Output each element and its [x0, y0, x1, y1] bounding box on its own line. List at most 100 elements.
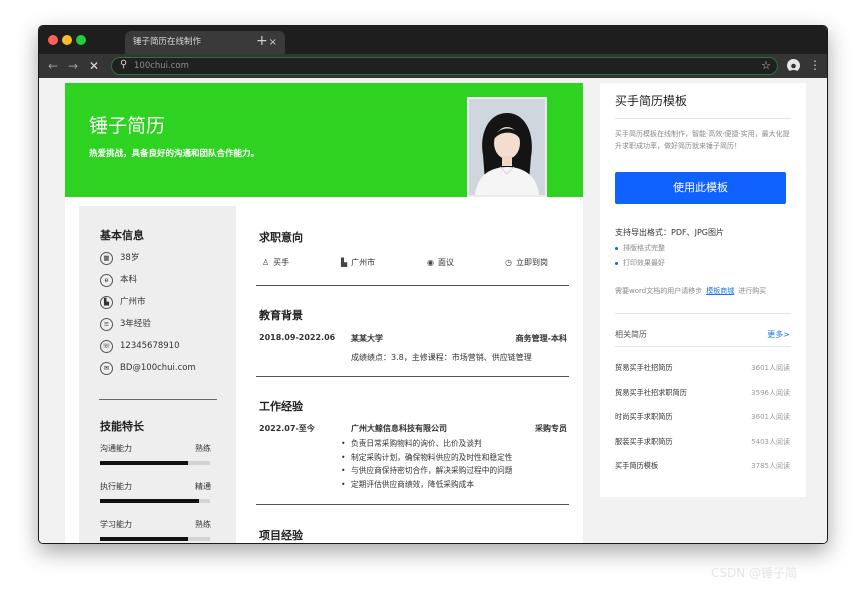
- related-resume-link[interactable]: 买手简历模板: [615, 461, 658, 471]
- panel-divider: [615, 346, 791, 347]
- basic-info-title: 基本信息: [100, 229, 144, 242]
- new-tab-button[interactable]: +: [256, 31, 268, 51]
- intent-city-text: 广州市: [351, 258, 376, 267]
- related-resume-link[interactable]: 贸易买手社招求职简历: [615, 388, 687, 398]
- education-major: 商务管理-本科: [515, 334, 567, 343]
- skill-name: 执行能力: [100, 482, 132, 491]
- person-icon: ♙: [262, 258, 270, 267]
- resume-name: 锤子简历: [89, 115, 166, 137]
- section-divider: [256, 504, 569, 505]
- address-url[interactable]: 100chui.com: [134, 58, 189, 75]
- intent-city: ▙ 广州市: [341, 257, 375, 268]
- stop-loading-icon[interactable]: ✕: [89, 57, 99, 75]
- read-count: 3601人阅读: [751, 364, 790, 372]
- browser-titlebar: 锤子简历在线制作 × +: [39, 26, 827, 54]
- info-text: 38岁: [120, 253, 140, 263]
- skill-bar: [100, 461, 210, 465]
- tab-close-icon[interactable]: ×: [269, 31, 277, 54]
- forward-arrow-icon[interactable]: →: [68, 57, 78, 75]
- section-divider: [256, 285, 569, 286]
- intent-availability-text: 立即到岗: [515, 258, 548, 267]
- resume-preview: 锤子简历 热爱挑战，具备良好的沟通和团队合作能力。 基本信息 ▦ 38岁 e 本…: [65, 83, 583, 543]
- word-note-suffix: 进行购买: [738, 287, 767, 295]
- export-formats: 支持导出格式：PDF、JPG图片: [615, 228, 724, 237]
- template-mall-link[interactable]: 模板商城: [706, 287, 734, 295]
- panel-divider: [615, 313, 791, 314]
- read-count: 3601人阅读: [751, 413, 790, 421]
- related-resume-link[interactable]: 贸易买手社招简历: [615, 363, 673, 373]
- skill-name: 沟通能力: [100, 444, 132, 453]
- bullet-dot-icon: [615, 261, 618, 265]
- calendar-icon: ▦: [100, 252, 113, 265]
- search-icon: ⚲: [120, 59, 128, 70]
- back-arrow-icon[interactable]: ←: [48, 57, 58, 75]
- use-template-button[interactable]: 使用此模板: [615, 172, 786, 204]
- work-experience-title: 工作经验: [259, 400, 303, 413]
- browser-window: 锤子简历在线制作 × + ← → ✕ ⚲ 100chui.com ☆ ⋮ 锤子简…: [38, 25, 828, 544]
- education-school: 某某大学: [351, 334, 383, 343]
- browser-menu-icon[interactable]: ⋮: [809, 57, 821, 73]
- close-window-button[interactable]: [48, 35, 58, 45]
- skill-name: 学习能力: [100, 520, 132, 529]
- more-link[interactable]: 更多>: [767, 329, 790, 340]
- related-resume-link[interactable]: 服装买手求职简历: [615, 437, 673, 447]
- list-item: 负责日常采购物料的询价、比价及谈判: [339, 437, 579, 451]
- template-panel: 买手简历模板 买手简历模板在线制作，智能·高效·便捷·实用，最大化提升求职成功率…: [600, 83, 806, 497]
- job-intent-title: 求职意向: [259, 231, 303, 244]
- sidebar-divider: [99, 399, 217, 400]
- feature-text: 打印效果最好: [623, 259, 665, 267]
- skill-level: 熟练: [195, 520, 211, 529]
- resume-header: 锤子简历 热爱挑战，具备良好的沟通和团队合作能力。: [65, 83, 583, 197]
- skill-bar: [100, 499, 210, 503]
- feature-item: 打印效果最好: [615, 258, 665, 268]
- tab-title: 锤子简历在线制作: [133, 37, 202, 47]
- experience-icon: ≡: [100, 318, 113, 331]
- read-count: 3596人阅读: [751, 389, 790, 397]
- building-icon: ▙: [100, 296, 113, 309]
- info-text: BD@100chui.com: [120, 363, 196, 373]
- word-note-prefix: 需要word文档的用户请移步: [615, 287, 703, 295]
- read-count: 3785人阅读: [751, 462, 790, 470]
- building-icon: ▙: [341, 258, 348, 267]
- template-description: 买手简历模板在线制作，智能·高效·便捷·实用，最大化提升求职成功率，做好简历就来…: [615, 130, 790, 150]
- page-content: 锤子简历 热爱挑战，具备良好的沟通和团队合作能力。 基本信息 ▦ 38岁 e 本…: [39, 78, 827, 543]
- project-experience-title: 项目经验: [259, 529, 303, 542]
- info-text: 本科: [120, 275, 138, 285]
- read-count: 5403人阅读: [751, 438, 790, 446]
- phone-icon: ☏: [100, 340, 113, 353]
- resume-sidebar: 基本信息 ▦ 38岁 e 本科 ▙ 广州市 ≡ 3年经验 ☏ 123456789…: [79, 206, 236, 543]
- email-icon: ✉: [100, 362, 113, 375]
- skills-title: 技能特长: [100, 420, 144, 433]
- intent-job-text: 买手: [273, 258, 290, 267]
- resume-motto: 热爱挑战，具备良好的沟通和团队合作能力。: [89, 149, 260, 159]
- intent-salary-text: 面议: [437, 258, 454, 267]
- minimize-window-button[interactable]: [62, 35, 72, 45]
- education-details: 成绩绩点：3.8，主修课程：市场营销、供应链管理: [351, 353, 532, 362]
- work-position: 采购专员: [535, 424, 567, 433]
- work-period: 2022.07-至今: [259, 424, 315, 433]
- list-item: 定期评估供应商绩效，降低采购成本: [339, 478, 579, 492]
- work-company: 广州大鲸信息科技有限公司: [351, 424, 447, 433]
- intent-salary: ◉ 面议: [427, 257, 454, 268]
- profile-avatar-icon[interactable]: [787, 59, 800, 72]
- profile-photo: [467, 97, 547, 197]
- panel-divider: [615, 118, 791, 119]
- maximize-window-button[interactable]: [76, 35, 86, 45]
- info-text: 12345678910: [120, 341, 180, 351]
- skill-bar: [100, 537, 210, 541]
- clock-icon: ◷: [505, 258, 512, 267]
- feature-text: 排版格式完整: [623, 244, 665, 252]
- skill-bar-fill: [100, 537, 188, 541]
- related-resume-link[interactable]: 时尚买手求职简历: [615, 412, 673, 422]
- address-bar[interactable]: ⚲ 100chui.com ☆: [111, 57, 778, 75]
- education-period: 2018.09-2022.06: [259, 333, 336, 342]
- list-item: 与供应商保持密切合作，解决采购过程中的问题: [339, 464, 579, 478]
- skill-level: 精通: [195, 482, 211, 491]
- skill-bar-fill: [100, 499, 199, 503]
- list-item: 制定采购计划，确保物料供应的及时性和稳定性: [339, 451, 579, 465]
- section-divider: [256, 376, 569, 377]
- browser-toolbar: ← → ✕ ⚲ 100chui.com ☆ ⋮: [39, 54, 827, 78]
- skill-bar-fill: [100, 461, 188, 465]
- bookmark-star-icon[interactable]: ☆: [761, 58, 771, 74]
- related-resumes-title: 相关简历: [615, 330, 647, 339]
